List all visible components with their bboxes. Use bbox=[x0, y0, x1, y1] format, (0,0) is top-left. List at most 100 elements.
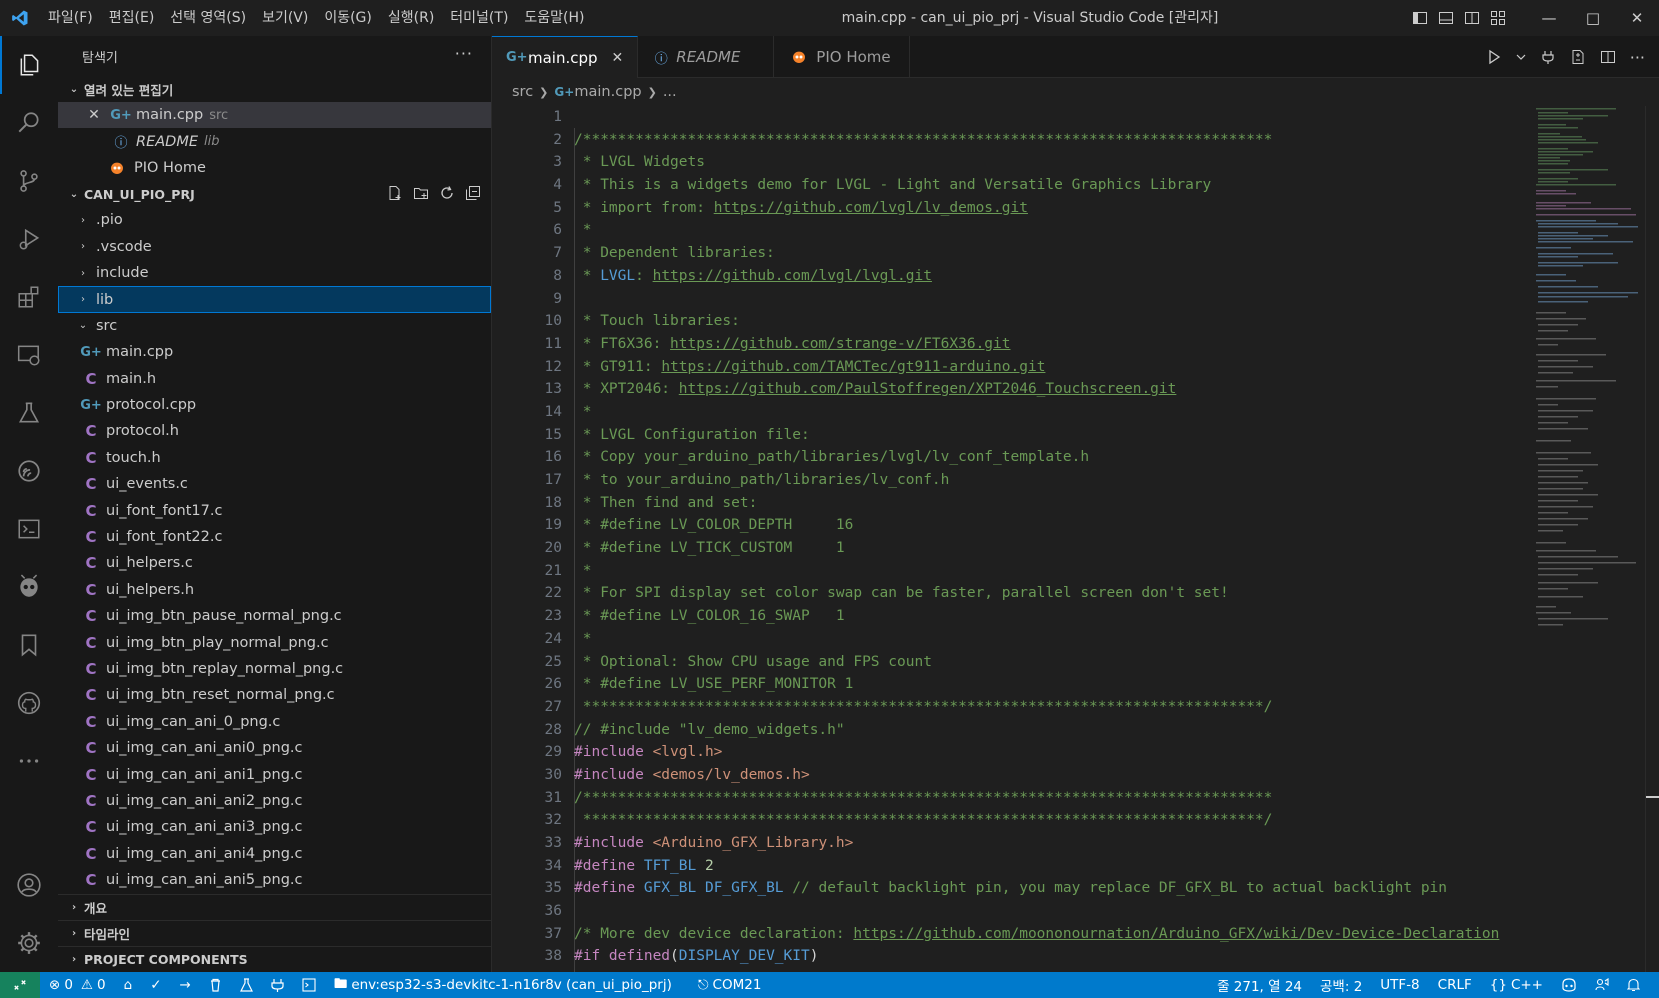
pio-upload-icon[interactable] bbox=[1540, 49, 1556, 65]
code-line[interactable]: * Dependent libraries: bbox=[574, 242, 1549, 265]
code-link[interactable]: https://github.com/TAMCTec/gt911-arduino… bbox=[661, 359, 1045, 375]
code-line[interactable]: * bbox=[574, 628, 1549, 651]
bookmarks-icon[interactable] bbox=[0, 616, 58, 674]
tree-file[interactable]: Cui_img_can_ani_0_png.c bbox=[58, 709, 491, 735]
terminal-icon[interactable] bbox=[0, 500, 58, 558]
remote-explorer-icon[interactable] bbox=[0, 326, 58, 384]
pio-test-icon[interactable] bbox=[231, 978, 262, 992]
new-file-icon[interactable] bbox=[387, 185, 403, 201]
project-components-header[interactable]: › PROJECT COMPONENTS bbox=[58, 946, 491, 972]
tree-file[interactable]: Cui_events.c bbox=[58, 471, 491, 497]
tree-file[interactable]: Cui_img_btn_pause_normal_png.c bbox=[58, 603, 491, 629]
tree-folder[interactable]: › lib bbox=[58, 286, 491, 313]
tree-file[interactable]: Cui_img_can_ani_ani0_png.c bbox=[58, 735, 491, 761]
close-editor-icon[interactable]: ✕ bbox=[86, 107, 102, 123]
menu-item[interactable]: 파일(F) bbox=[40, 0, 101, 36]
tab-main-cpp[interactable]: G+ main.cpp ✕ bbox=[492, 36, 639, 78]
code-line[interactable]: * Copy your_arduino_path/libraries/lvgl/… bbox=[574, 446, 1549, 469]
code-line[interactable]: * #define LV_TICK_CUSTOM 1 bbox=[574, 537, 1549, 560]
code-line[interactable]: * bbox=[574, 219, 1549, 242]
tab-readme[interactable]: ⓘ README bbox=[638, 36, 775, 78]
pio-terminal-icon[interactable] bbox=[293, 978, 325, 992]
minimize-icon[interactable]: — bbox=[1527, 0, 1571, 36]
menu-item[interactable]: 터미널(T) bbox=[442, 0, 516, 36]
language-mode[interactable]: {} C++ bbox=[1481, 977, 1552, 993]
tree-folder[interactable]: › include bbox=[58, 260, 491, 286]
more-actions-icon[interactable]: ··· bbox=[455, 44, 473, 63]
open-editor-item-main[interactable]: ✕ G+ main.cpp src bbox=[58, 102, 491, 129]
explorer-icon[interactable] bbox=[0, 36, 58, 94]
code-link[interactable]: https://github.com/strange-v/FT6X36.git bbox=[670, 336, 1010, 352]
tree-file[interactable]: Cui_img_can_ani_ani4_png.c bbox=[58, 841, 491, 867]
maximize-icon[interactable]: □ bbox=[1571, 0, 1615, 36]
tree-folder-src[interactable]: ⌄ src bbox=[58, 313, 491, 339]
code-line[interactable]: /* More dev device declaration: https://… bbox=[574, 923, 1549, 946]
code-editor[interactable]: 1 2 3 4 5 6 7 8 9 10 11 12 13 14 15 16 17 18 19 20 21 22 23 24 2… bbox=[492, 106, 1659, 972]
menu-item[interactable]: 편집(E) bbox=[101, 0, 163, 36]
code-line[interactable]: // #include "lv_demo_widgets.h" bbox=[574, 719, 1549, 742]
tree-file[interactable]: Cui_img_can_ani_ani5_png.c bbox=[58, 867, 491, 893]
code-line[interactable]: #define GFX_BL DF_GFX_BL // default back… bbox=[574, 877, 1549, 900]
platformio-icon[interactable] bbox=[0, 558, 58, 616]
menu-item[interactable]: 보기(V) bbox=[254, 0, 316, 36]
code-line[interactable]: #if defined(DISPLAY_DEV_KIT) bbox=[574, 945, 1549, 968]
more-editor-actions-icon[interactable]: ··· bbox=[1630, 48, 1645, 67]
tree-file[interactable]: Cui_img_can_ani_ani2_png.c bbox=[58, 788, 491, 814]
tree-file[interactable]: Cui_font_font17.c bbox=[58, 497, 491, 523]
end-of-line[interactable]: CRLF bbox=[1429, 977, 1481, 993]
outline-header[interactable]: › 개요 bbox=[58, 894, 491, 920]
tree-file[interactable]: Cui_img_can_ani_ani3_png.c bbox=[58, 814, 491, 840]
pio-serial-monitor-icon[interactable] bbox=[262, 978, 293, 992]
remote-indicator-icon[interactable] bbox=[0, 972, 40, 998]
indentation[interactable]: 공백: 2 bbox=[1311, 975, 1371, 995]
project-header[interactable]: ⌄ CAN_UI_PIO_PRJ bbox=[58, 181, 491, 207]
tree-file[interactable]: Cui_font_font22.c bbox=[58, 524, 491, 550]
espressif-icon[interactable] bbox=[0, 442, 58, 500]
notifications-bell-icon[interactable] bbox=[1618, 978, 1649, 992]
timeline-header[interactable]: › 타임라인 bbox=[58, 920, 491, 946]
toggle-primary-sidebar-icon[interactable] bbox=[1412, 10, 1428, 26]
code-line[interactable]: * LVGL: https://github.com/lvgl/lvgl.git bbox=[574, 265, 1549, 288]
pio-clean-icon[interactable] bbox=[200, 978, 231, 992]
feedback-icon[interactable] bbox=[1586, 978, 1618, 992]
tree-folder[interactable]: › .pio bbox=[58, 207, 491, 233]
code-line[interactable] bbox=[574, 288, 1549, 311]
tree-file[interactable]: G+ main.cpp bbox=[58, 339, 491, 365]
breadcrumb-folder[interactable]: src bbox=[512, 84, 533, 100]
toggle-secondary-sidebar-icon[interactable] bbox=[1464, 10, 1480, 26]
github-icon[interactable] bbox=[0, 674, 58, 732]
code-line[interactable]: * Touch libraries: bbox=[574, 310, 1549, 333]
code-line[interactable]: * bbox=[574, 401, 1549, 424]
code-line[interactable]: ****************************************… bbox=[574, 696, 1549, 719]
tree-file[interactable]: G+ protocol.cpp bbox=[58, 392, 491, 418]
pio-port-switcher[interactable]: ⎋ COM21 bbox=[689, 977, 771, 993]
pio-env-switcher[interactable]: 🖿 env:esp32-s3-devkitc-1-n16r8v (can_ui_… bbox=[325, 974, 681, 997]
code-line[interactable]: * XPT2046: https://github.com/PaulStoffr… bbox=[574, 378, 1549, 401]
code-line[interactable]: * GT911: https://github.com/TAMCTec/gt91… bbox=[574, 356, 1549, 379]
collapse-all-icon[interactable] bbox=[465, 185, 481, 201]
code-line[interactable]: /***************************************… bbox=[574, 129, 1549, 152]
cursor-position[interactable]: 줄 271, 열 24 bbox=[1208, 975, 1311, 995]
code-line[interactable]: * Optional: Show CPU usage and FPS count bbox=[574, 651, 1549, 674]
code-line[interactable]: * LVGL Widgets bbox=[574, 151, 1549, 174]
code-line[interactable]: #define TFT_BL 2 bbox=[574, 855, 1549, 878]
copilot-icon[interactable] bbox=[1552, 978, 1586, 992]
code-line[interactable]: * Then find and set: bbox=[574, 492, 1549, 515]
pio-upload-arrow-icon[interactable]: → bbox=[171, 977, 200, 993]
code-line[interactable]: * #define LV_COLOR_DEPTH 16 bbox=[574, 514, 1549, 537]
menu-item[interactable]: 실행(R) bbox=[380, 0, 442, 36]
customize-layout-icon[interactable] bbox=[1490, 10, 1506, 26]
tree-file[interactable]: Cui_img_can_ani_ani1_png.c bbox=[58, 761, 491, 787]
breadcrumb-file[interactable]: main.cpp bbox=[574, 84, 641, 100]
run-debug-icon[interactable] bbox=[0, 210, 58, 268]
problems-indicator[interactable]: ⊗ 0 ⚠ 0 bbox=[40, 977, 115, 993]
code-line[interactable]: * LVGL Configuration file: bbox=[574, 424, 1549, 447]
accounts-icon[interactable] bbox=[0, 856, 58, 914]
code-line[interactable] bbox=[574, 900, 1549, 923]
tree-file[interactable]: Cui_img_btn_replay_normal_png.c bbox=[58, 656, 491, 682]
tree-file[interactable]: Cprotocol.h bbox=[58, 418, 491, 444]
code-line[interactable]: * bbox=[574, 560, 1549, 583]
split-editor-icon[interactable] bbox=[1600, 49, 1616, 65]
code-link[interactable]: https://github.com/PaulStoffregen/XPT204… bbox=[679, 381, 1177, 397]
tree-file[interactable]: Cui_img_btn_play_normal_png.c bbox=[58, 629, 491, 655]
